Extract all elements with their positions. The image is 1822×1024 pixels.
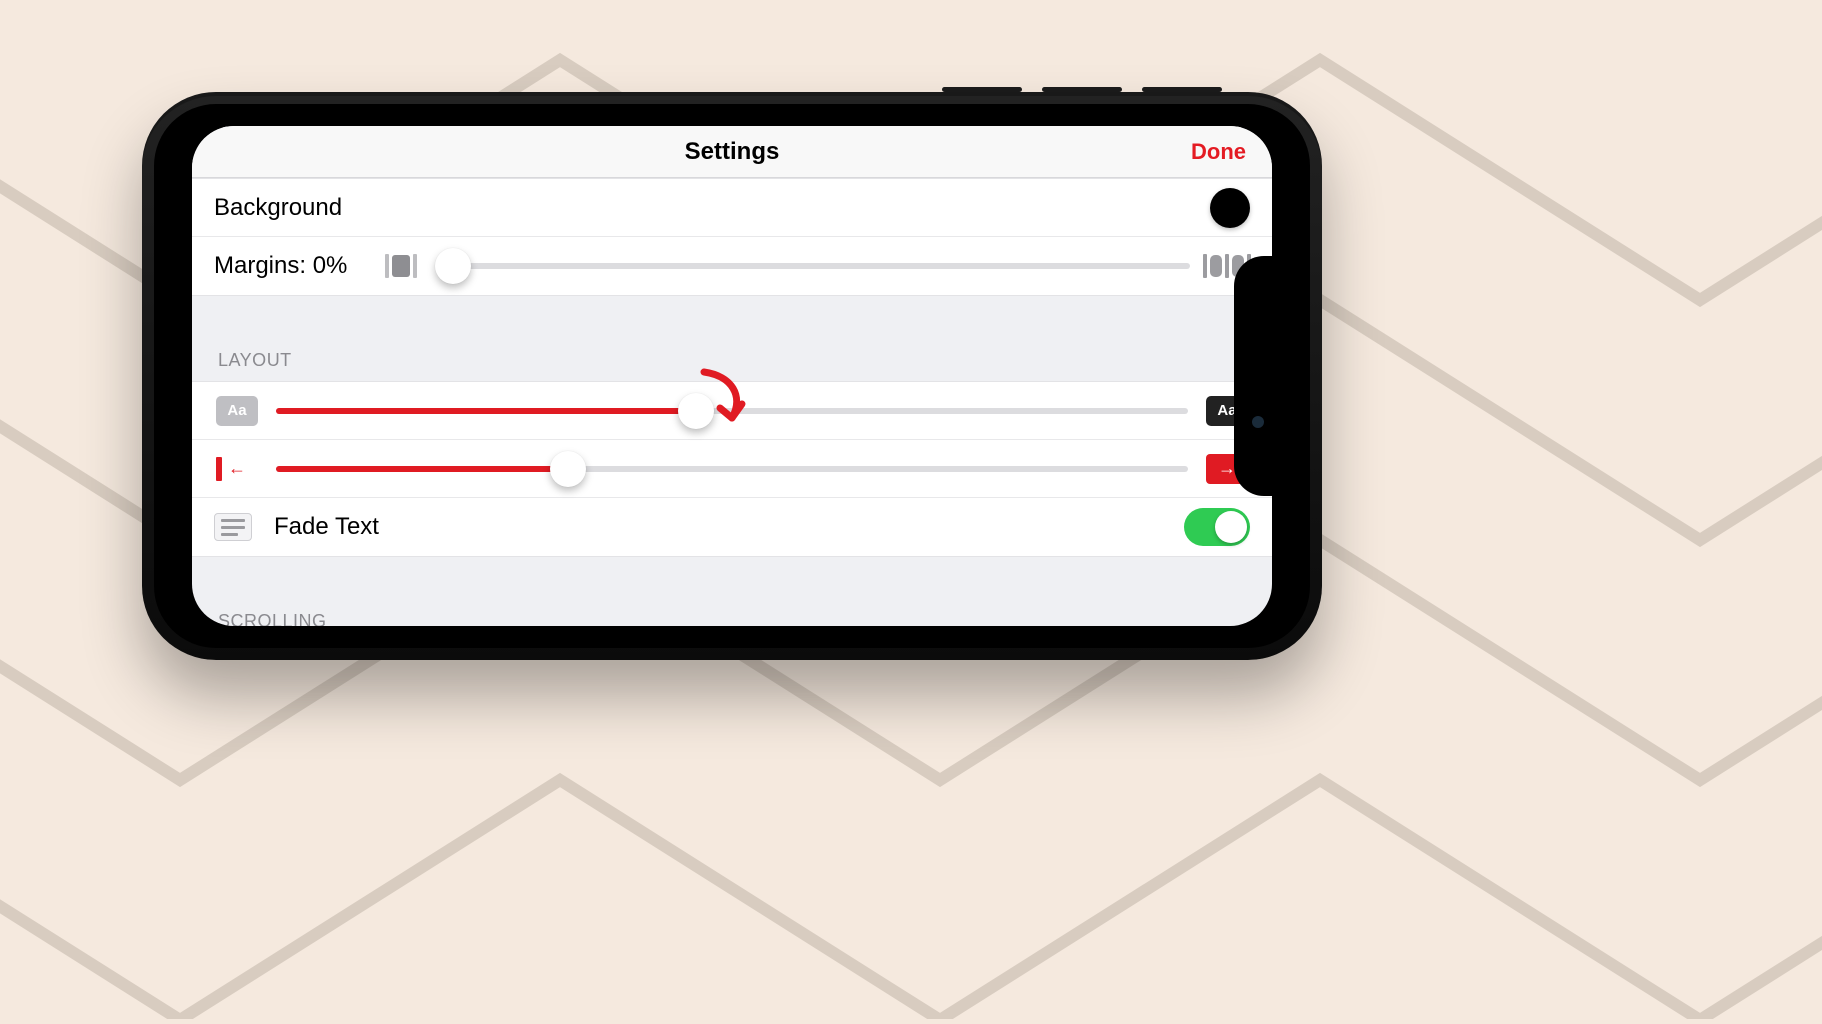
- layout-section-header: LAYOUT: [192, 326, 1272, 381]
- text-size-row[interactable]: Aa Aa: [192, 382, 1272, 440]
- page-title: Settings: [685, 138, 780, 166]
- margins-slider-knob[interactable]: [435, 248, 471, 284]
- fade-text-row[interactable]: Fade Text: [192, 498, 1272, 556]
- background-row[interactable]: Background: [192, 179, 1272, 237]
- background-label: Background: [214, 194, 342, 222]
- device-volume-up: [942, 87, 1022, 92]
- device-volume-down: [1042, 87, 1122, 92]
- scrolling-section-header: SCROLLING: [192, 587, 1272, 626]
- scroll-speed-slow-icon: ←: [214, 454, 260, 484]
- margins-slider[interactable]: [438, 263, 1190, 269]
- margins-label: Margins: 0%: [214, 252, 364, 280]
- front-camera-icon: [1252, 416, 1264, 428]
- scroll-speed-slider[interactable]: [276, 466, 1188, 472]
- phone-frame: Settings Done Background Margins: 0%: [142, 92, 1322, 660]
- screen: Settings Done Background Margins: 0%: [192, 126, 1272, 626]
- layout-section: Aa Aa: [192, 381, 1272, 557]
- device-power: [1142, 87, 1222, 92]
- background-color-swatch[interactable]: [1210, 188, 1250, 228]
- nav-bar: Settings Done: [192, 126, 1272, 178]
- fade-text-label: Fade Text: [274, 513, 379, 541]
- device-notch: [1234, 256, 1272, 496]
- text-size-slider-knob[interactable]: [678, 393, 714, 429]
- text-size-slider[interactable]: [276, 408, 1188, 414]
- settings-content[interactable]: Background Margins: 0%: [192, 178, 1272, 626]
- margins-narrow-icon: [378, 251, 424, 281]
- fade-text-toggle-knob[interactable]: [1215, 511, 1247, 543]
- appearance-section: Background Margins: 0%: [192, 178, 1272, 296]
- text-size-small-icon: Aa: [214, 396, 260, 426]
- fade-text-icon: [214, 513, 252, 541]
- fade-text-toggle[interactable]: [1184, 508, 1250, 546]
- margins-row[interactable]: Margins: 0%: [192, 237, 1272, 295]
- done-button[interactable]: Done: [1191, 139, 1246, 165]
- scroll-speed-row[interactable]: ← →: [192, 440, 1272, 498]
- scroll-speed-slider-knob[interactable]: [550, 451, 586, 487]
